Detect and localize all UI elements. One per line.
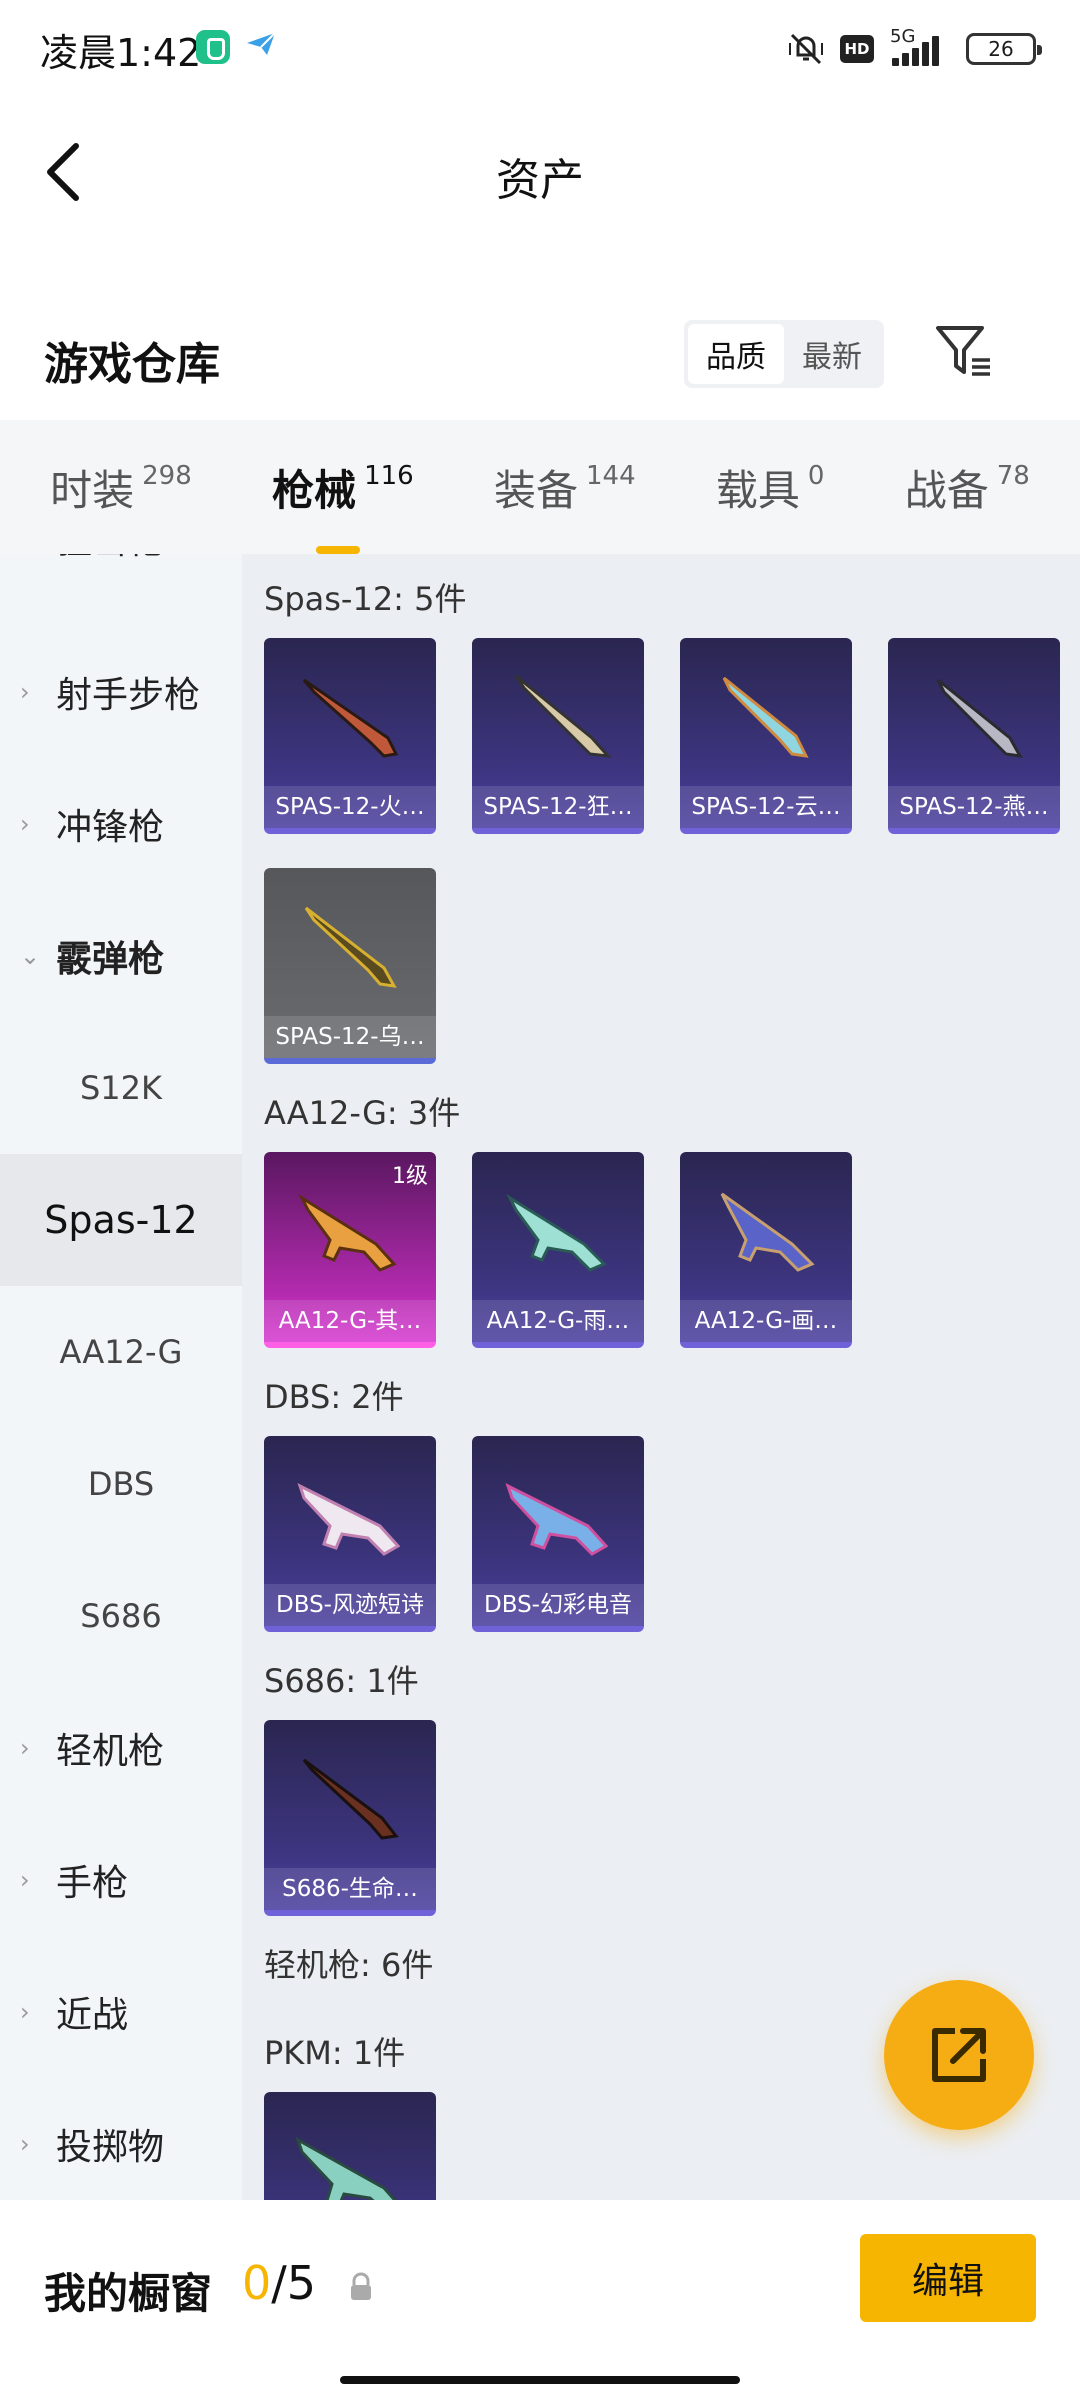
weapon-card[interactable]: SPAS-12-狂… <box>472 638 644 834</box>
status-time: 凌晨1:42 <box>40 31 202 75</box>
weapon-card[interactable] <box>264 2092 436 2200</box>
sidebar-item-lmg[interactable]: › 轻机枪 <box>0 1682 242 1814</box>
shotgun-icon <box>505 1483 609 1556</box>
sidebar-item-throwable[interactable]: › 投掷物 <box>0 2078 242 2200</box>
battery-icon: 26 <box>966 33 1042 65</box>
shield-app-icon <box>196 30 230 64</box>
showcase-count: 0/5 <box>242 2256 317 2310</box>
group-title: 轻机枪: 6件 <box>264 1946 434 1984</box>
chevron-down-icon: ⌄ <box>20 942 41 970</box>
weapon-card[interactable]: AA12-G-雨… <box>472 1152 644 1348</box>
group-title: PKM: 1件 <box>264 2034 406 2072</box>
mute-vibrate-icon <box>789 33 823 65</box>
shotgun-icon <box>297 1483 401 1556</box>
hd-badge: HD <box>840 35 874 63</box>
share-button[interactable] <box>884 1980 1034 2130</box>
chevron-right-icon: › <box>20 678 30 706</box>
chevron-right-icon: › <box>20 1998 30 2026</box>
machine-gun-icon <box>295 2136 397 2200</box>
sidebar-sub-aa12g[interactable]: AA12-G <box>0 1286 242 1418</box>
sidebar-item-sniper[interactable]: ›狙击枪 <box>0 554 242 604</box>
shotgun-icon <box>514 674 612 758</box>
edit-button[interactable]: 编辑 <box>860 2234 1036 2322</box>
group-title: DBS: 2件 <box>264 1378 404 1416</box>
shotgun-icon <box>302 678 399 758</box>
sidebar-item-smg[interactable]: › 冲锋枪 <box>0 758 242 890</box>
filter-icon[interactable] <box>934 322 994 382</box>
tab-vehicles[interactable]: 载具 0 <box>716 457 825 518</box>
shotgun-icon <box>936 678 1023 758</box>
group-title: Spas-12: 5件 <box>264 580 467 618</box>
lock-icon <box>351 2272 371 2300</box>
sidebar-item-melee[interactable]: › 近战 <box>0 1946 242 2078</box>
weapon-grid: Spas-12: 5件 SPAS-12-火… SPAS-12-狂… SPAS-1… <box>242 554 1080 2200</box>
warehouse-title: 游戏仓库 <box>44 339 220 390</box>
rifle-icon <box>298 1193 397 1272</box>
page-title: 资产 <box>496 155 584 206</box>
tab-firearms[interactable]: 枪械 116 <box>272 457 414 554</box>
sort-newest-button[interactable]: 最新 <box>784 324 880 384</box>
sidebar-item-marksman[interactable]: › 射手步枪 <box>0 626 242 758</box>
tab-battle-gear[interactable]: 战备 78 <box>905 457 1030 518</box>
group-title: S686: 1件 <box>264 1662 419 1700</box>
weapon-sidebar: ›狙击枪 ›射手步枪 ›冲锋枪 ⌄霰弹枪 S12K Spas-12 AA12-G… <box>0 554 242 2200</box>
weapon-card[interactable]: SPAS-12-云… <box>680 638 852 834</box>
sort-quality-button[interactable]: 品质 <box>688 324 784 384</box>
weapon-card[interactable]: SPAS-12-火… <box>264 638 436 834</box>
weapon-card[interactable]: S686-生命… <box>264 1720 436 1916</box>
sidebar-sub-dbs[interactable]: DBS <box>0 1418 242 1550</box>
rifle-icon <box>506 1193 607 1272</box>
tab-equipment[interactable]: 装备 144 <box>494 457 636 518</box>
sidebar-item-pistol[interactable]: › 手枪 <box>0 1814 242 1946</box>
weapon-card[interactable]: DBS-幻彩电音 <box>472 1436 644 1632</box>
shotgun-icon <box>302 1758 399 1840</box>
sidebar-sub-s12k[interactable]: S12K <box>0 1022 242 1154</box>
weapon-card[interactable]: AA12-G-画… <box>680 1152 852 1348</box>
showcase-bar: 我的橱窗 0/5 编辑 <box>0 2200 1080 2400</box>
weapon-card[interactable]: DBS-风迹短诗 <box>264 1436 436 1632</box>
sidebar-sub-s686[interactable]: S686 <box>0 1550 242 1682</box>
shotgun-icon <box>722 676 809 758</box>
group-title: AA12-G: 3件 <box>264 1094 461 1132</box>
home-indicator[interactable] <box>340 2376 740 2384</box>
sidebar-sub-spas12[interactable]: Spas-12 <box>0 1154 242 1286</box>
paper-plane-icon <box>247 32 276 55</box>
shotgun-icon <box>304 906 397 988</box>
chevron-right-icon: › <box>20 2130 30 2158</box>
weapon-card[interactable]: SPAS-12-燕… <box>888 638 1060 834</box>
tab-fashion[interactable]: 时装 298 <box>50 457 192 518</box>
weapon-card[interactable]: SPAS-12-乌… <box>264 868 436 1064</box>
signal-icon: 5G <box>888 26 952 70</box>
chevron-right-icon: › <box>20 1734 30 1762</box>
sort-toggle: 品质 最新 <box>684 320 884 388</box>
category-tabs: 时装 298 枪械 116 装备 144 载具 0 战备 78 <box>0 420 1080 554</box>
chevron-right-icon: › <box>20 810 30 838</box>
chevron-right-icon: › <box>20 1866 30 1894</box>
weapon-card[interactable]: 1级 AA12-G-其… <box>264 1152 436 1348</box>
sidebar-item-shotgun[interactable]: ⌄ 霰弹枪 <box>0 890 242 1022</box>
showcase-title: 我的橱窗 <box>44 2269 213 2318</box>
status-bar: 凌晨1:42 HD 5G 26 <box>0 0 1080 96</box>
share-external-icon <box>932 2028 986 2082</box>
rifle-icon <box>720 1192 815 1272</box>
